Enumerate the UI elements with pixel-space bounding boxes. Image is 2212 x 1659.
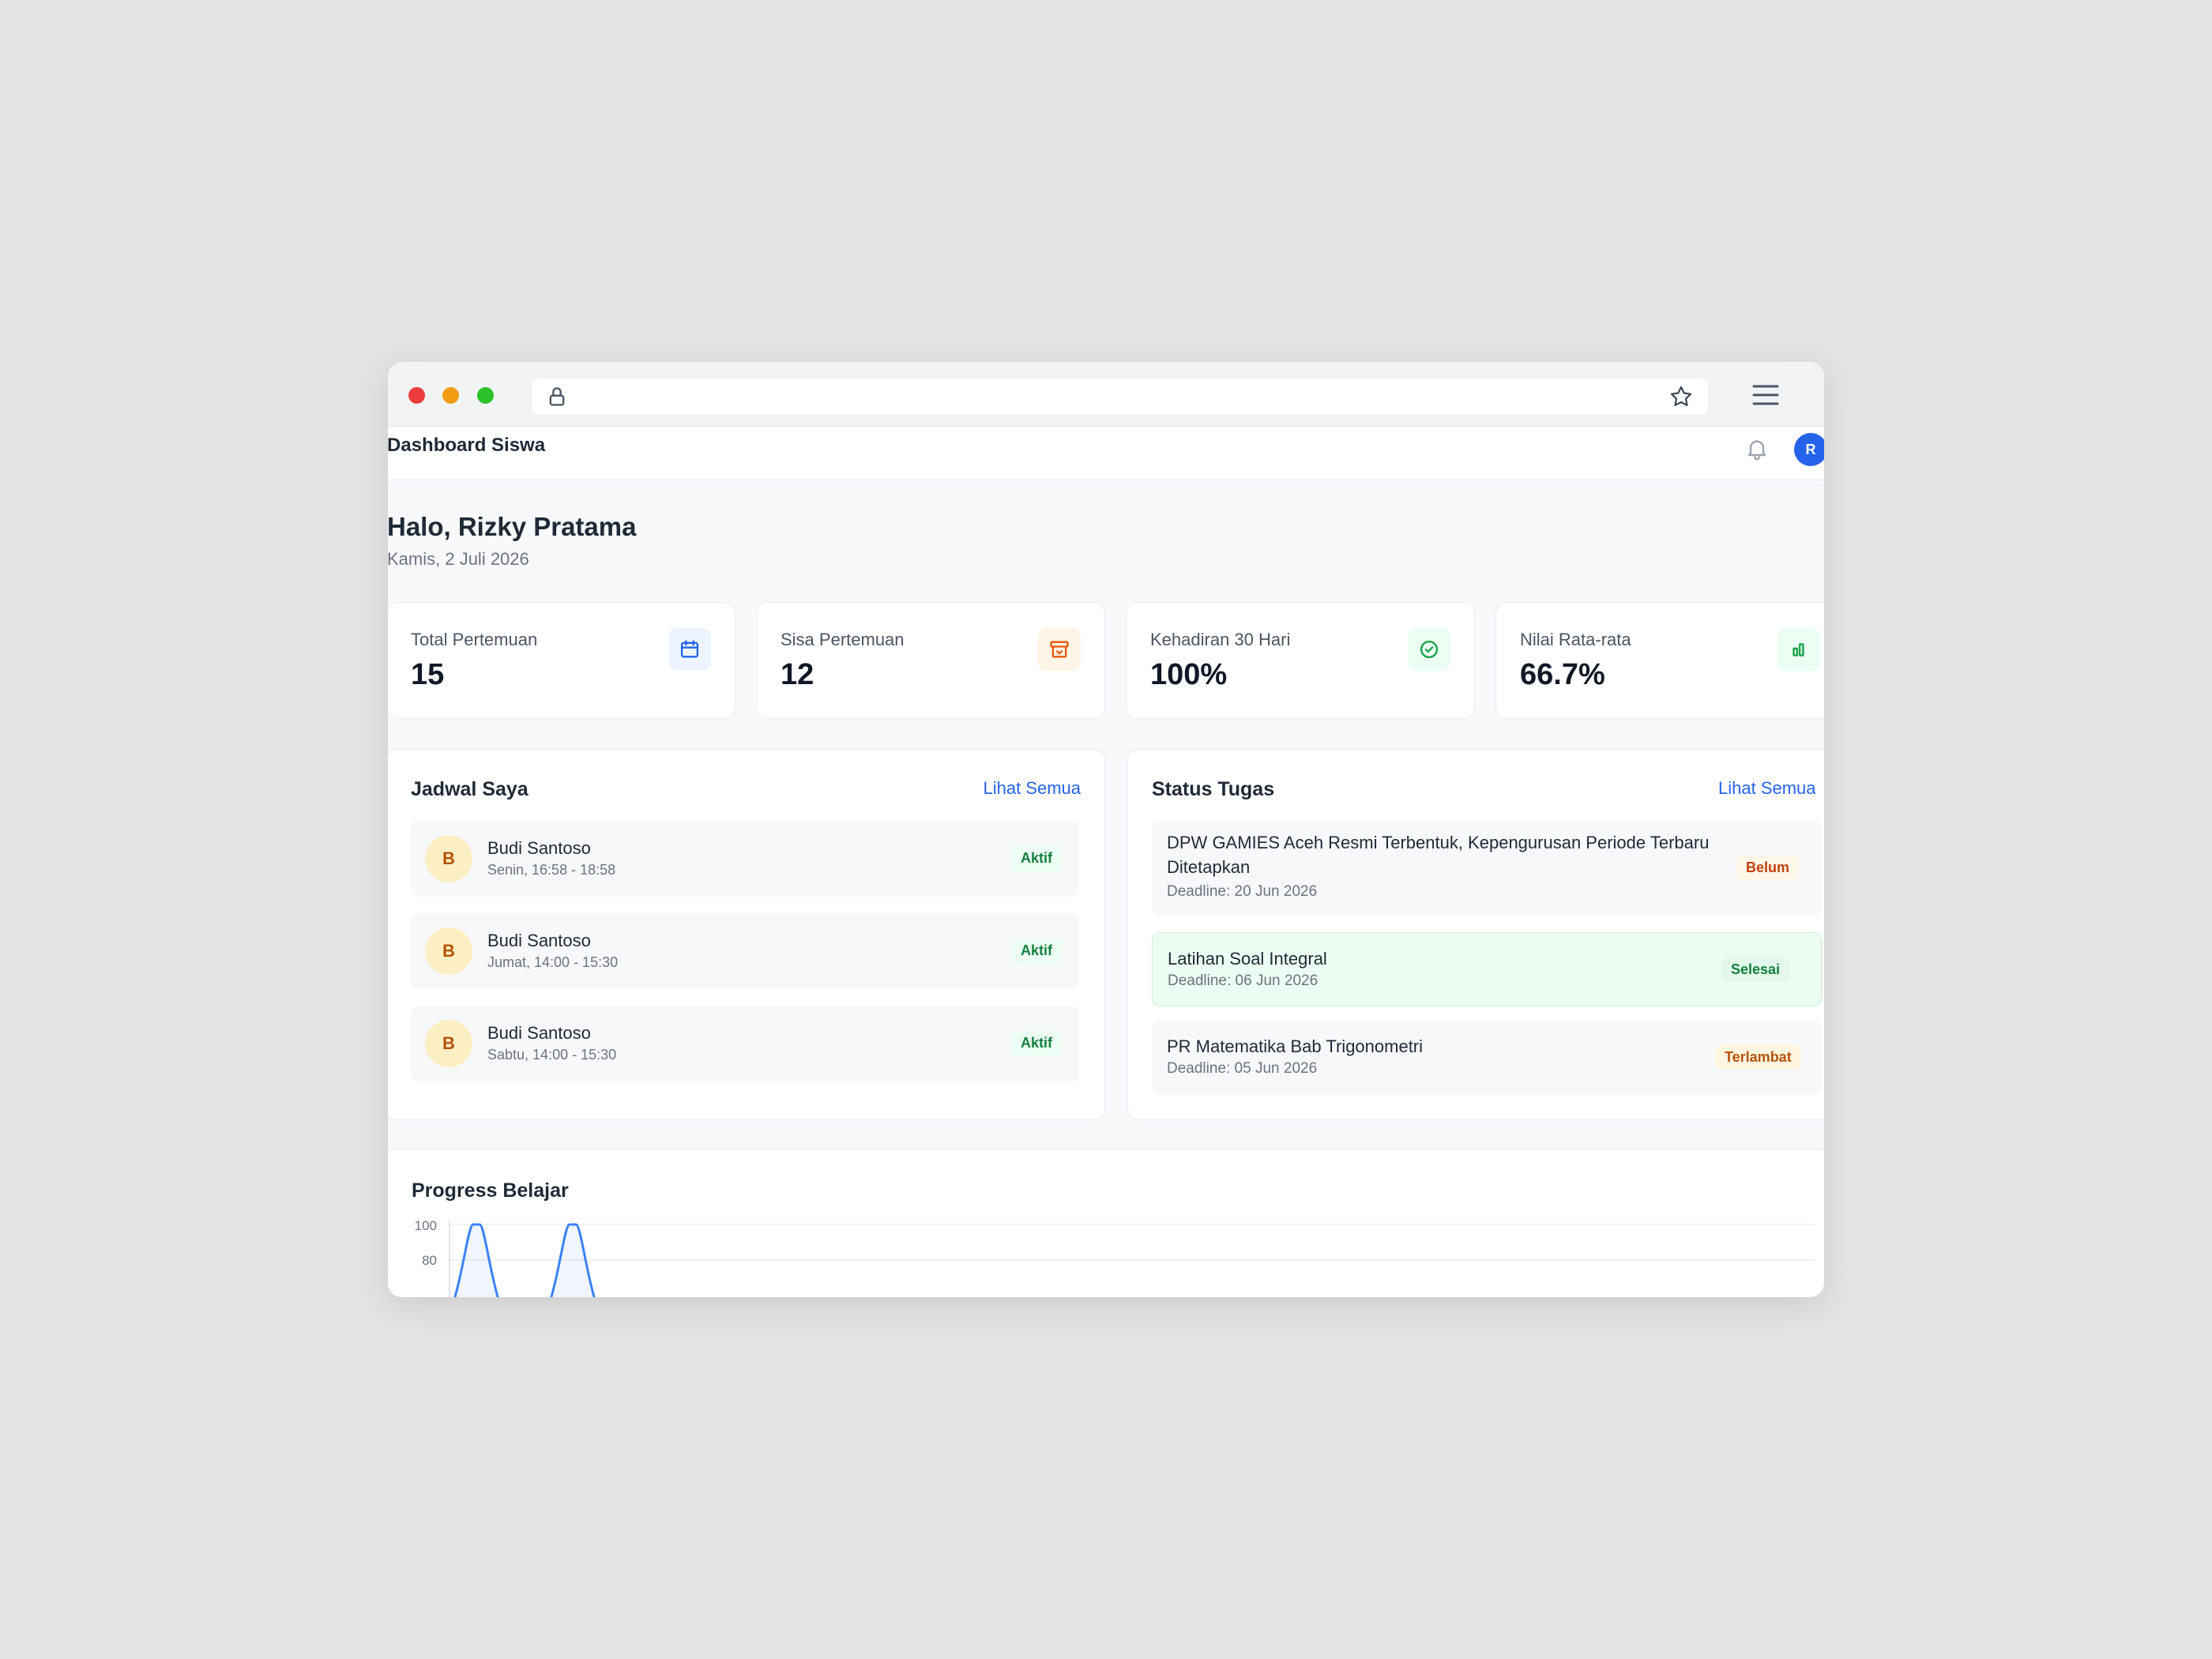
lock-icon	[549, 387, 565, 406]
teacher-name: Budi Santoso	[487, 1023, 591, 1043]
stat-value: 15	[411, 658, 445, 691]
user-avatar[interactable]: R	[1794, 433, 1824, 466]
stat-card-sisa-pertemuan: Sisa Pertemuan 12	[756, 602, 1105, 719]
task-deadline: Deadline: 06 Jun 2026	[1168, 972, 1319, 989]
hamburger-menu-icon[interactable]	[1751, 382, 1780, 408]
task-status-title: Status Tugas	[1152, 778, 1275, 800]
schedule-time: Senin, 16:58 - 18:58	[487, 862, 616, 878]
stat-label: Nilai Rata-rata	[1520, 630, 1631, 649]
schedule-item[interactable]: B Budi Santoso Senin, 16:58 - 18:58 Akti…	[411, 821, 1079, 897]
teacher-avatar: B	[425, 835, 472, 882]
task-item[interactable]: PR Matematika Bab Trigonometri Deadline:…	[1152, 1021, 1822, 1095]
task-deadline: Deadline: 20 Jun 2026	[1167, 883, 1318, 900]
archive-icon	[1038, 628, 1081, 671]
area-fill	[551, 1224, 595, 1297]
y-tick-label: 80	[422, 1253, 437, 1268]
bookmark-star-icon[interactable]	[1668, 384, 1694, 409]
calendar-icon	[668, 628, 711, 671]
status-badge: Aktif	[1011, 1031, 1062, 1055]
greeting-title: Halo, Rizky Pratama	[388, 512, 637, 541]
stat-value: 66.7%	[1520, 658, 1605, 691]
maximize-window-button[interactable]	[477, 387, 494, 404]
task-title: Latihan Soal Integral	[1168, 949, 1327, 969]
stat-label: Kehadiran 30 Hari	[1150, 630, 1291, 649]
current-date: Kamis, 2 Juli 2026	[388, 549, 529, 569]
teacher-name: Budi Santoso	[487, 838, 591, 858]
app-title: Dashboard Siswa	[388, 434, 546, 456]
stat-value: 12	[781, 658, 814, 691]
bar-chart-icon	[1778, 628, 1820, 671]
task-status-panel: Status Tugas Lihat Semua DPW GAMIES Aceh…	[1127, 749, 1824, 1120]
stat-value: 100%	[1150, 658, 1228, 691]
address-bar[interactable]	[532, 379, 1708, 414]
stat-card-nilai: Nilai Rata-rata 66.7%	[1495, 602, 1824, 719]
teacher-avatar: B	[425, 927, 472, 975]
task-view-all-link[interactable]: Lihat Semua	[1718, 778, 1816, 799]
status-badge: Aktif	[1011, 939, 1062, 963]
schedule-item[interactable]: B Budi Santoso Jumat, 14:00 - 15:30 Akti…	[411, 913, 1079, 989]
progress-chart: 100 80	[415, 1221, 1814, 1297]
schedule-item[interactable]: B Budi Santoso Sabtu, 14:00 - 15:30 Akti…	[411, 1006, 1079, 1082]
schedule-title: Jadwal Saya	[411, 778, 529, 800]
browser-window: Dashboard Siswa R Halo, Rizky Pratama Ka…	[388, 362, 1824, 1297]
browser-toolbar	[388, 362, 1824, 427]
schedule-time: Sabtu, 14:00 - 15:30	[487, 1047, 617, 1063]
task-item[interactable]: DPW GAMIES Aceh Resmi Terbentuk, Kepengu…	[1152, 821, 1822, 916]
stat-card-total-pertemuan: Total Pertemuan 15	[388, 602, 735, 719]
task-deadline: Deadline: 05 Jun 2026	[1167, 1060, 1318, 1077]
status-badge: Terlambat	[1715, 1045, 1801, 1070]
task-title: PR Matematika Bab Trigonometri	[1167, 1036, 1424, 1056]
progress-title: Progress Belajar	[412, 1179, 569, 1202]
task-title-continued: Ditetapkan	[1167, 857, 1251, 877]
bell-icon[interactable]	[1744, 436, 1770, 461]
minimize-window-button[interactable]	[442, 387, 459, 404]
app-header: Dashboard Siswa R	[388, 427, 1824, 480]
task-title: DPW GAMIES Aceh Resmi Terbentuk, Kepengu…	[1167, 833, 1710, 852]
schedule-view-all-link[interactable]: Lihat Semua	[983, 778, 1081, 799]
close-window-button[interactable]	[408, 387, 425, 404]
status-badge: Selesai	[1721, 957, 1790, 982]
teacher-avatar: B	[425, 1020, 472, 1067]
stat-label: Total Pertemuan	[411, 630, 538, 649]
check-circle-icon	[1408, 628, 1450, 671]
y-tick-label: 100	[415, 1221, 437, 1233]
progress-panel: Progress Belajar 100 80	[388, 1149, 1824, 1297]
task-item[interactable]: Latihan Soal Integral Deadline: 06 Jun 2…	[1152, 932, 1822, 1006]
status-badge: Belum	[1736, 856, 1800, 880]
schedule-panel: Jadwal Saya Lihat Semua B Budi Santoso S…	[388, 749, 1105, 1120]
stat-card-kehadiran: Kehadiran 30 Hari 100%	[1126, 602, 1475, 719]
schedule-time: Jumat, 14:00 - 15:30	[487, 954, 619, 970]
teacher-name: Budi Santoso	[487, 931, 591, 950]
status-badge: Aktif	[1011, 846, 1062, 871]
stat-label: Sisa Pertemuan	[781, 630, 905, 649]
area-fill	[454, 1224, 498, 1297]
